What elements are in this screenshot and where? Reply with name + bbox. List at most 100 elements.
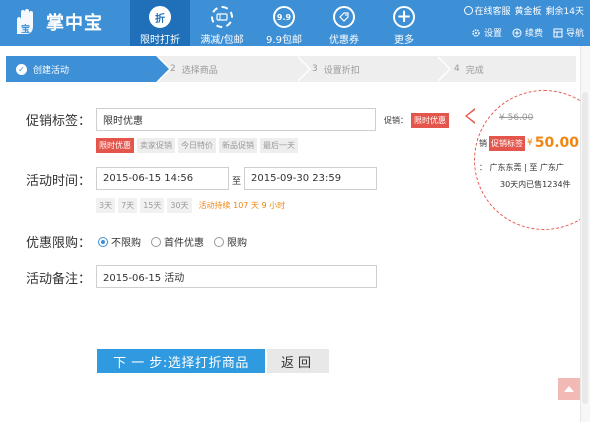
- tag-option[interactable]: 最后一天: [260, 138, 298, 153]
- promo-price: 50.00: [534, 135, 580, 151]
- promo-tag-options: 限时优惠 卖家促销 今日特价 新品促销 最后一天: [96, 138, 298, 153]
- promo-tag-input[interactable]: 限时优惠: [96, 108, 376, 131]
- svg-text:宝: 宝: [21, 23, 30, 35]
- day-option[interactable]: 7天: [118, 198, 138, 213]
- guide-link[interactable]: 导航: [553, 26, 584, 39]
- promo-preview-badge: 限时优惠: [411, 113, 449, 128]
- coupon-icon: [333, 6, 355, 28]
- renew-link[interactable]: 续费: [512, 26, 543, 39]
- top-right-panel: 在线客服 黄金板 剩余14天 设置 续费 导航: [463, 4, 584, 39]
- online-service-link[interactable]: 在线客服: [463, 4, 511, 17]
- online-service-label: 在线客服: [474, 7, 511, 17]
- radio-button[interactable]: [151, 236, 161, 247]
- guide-label: 导航: [565, 29, 584, 39]
- step-arrow: [436, 56, 449, 82]
- promo-price-row: 销 促销标签 ¥ 50.00: [479, 135, 579, 151]
- step-label: 完成: [465, 65, 484, 76]
- plus-icon: +: [393, 6, 415, 28]
- nav-item-full-reduction[interactable]: 满减/包邮: [190, 0, 254, 46]
- step-create-activity: ✓ 创建活动: [6, 56, 171, 82]
- app-title: 掌中宝: [46, 13, 103, 34]
- arrow-up-icon: [564, 386, 574, 392]
- activity-time-label: 活动时间：: [26, 174, 92, 189]
- promo-prefix: 销: [479, 138, 487, 148]
- check-icon: ✓: [16, 63, 27, 75]
- version-label: 黄金板: [514, 7, 542, 17]
- radio-button[interactable]: [214, 236, 224, 247]
- start-time-input[interactable]: 2015-06-15 14:56: [96, 167, 229, 190]
- day-option[interactable]: 15天: [140, 198, 165, 213]
- back-button[interactable]: 返回: [267, 349, 329, 373]
- gear-icon: [472, 28, 480, 37]
- progress-steps: 4 完成 3 设置折扣 2 选择商品 ✓ 创建活动: [0, 56, 590, 82]
- radio-option-first-item[interactable]: 首件优惠: [151, 234, 204, 249]
- currency-symbol: ¥: [527, 138, 533, 148]
- nav-item-label: 优惠券: [329, 35, 359, 46]
- app-header: 宝 掌中宝 折 限时打折 满减/包邮 9.9 9.9包邮 优惠券 + 更多 在线…: [0, 0, 590, 46]
- day-option[interactable]: 30天: [167, 198, 192, 213]
- next-step-button[interactable]: 下 一 步:选择打折商品: [97, 349, 265, 373]
- radio-option-limited[interactable]: 限购: [214, 234, 247, 249]
- duration-text: 活动持续 107 天 9 小时: [198, 201, 286, 210]
- original-price: ¥ 56.00: [499, 113, 534, 123]
- promo-preview-label: 促销：: [384, 116, 408, 125]
- end-time-input[interactable]: 2015-09-30 23:59: [244, 167, 377, 190]
- tag-option[interactable]: 限时优惠: [96, 138, 134, 153]
- radio-button[interactable]: [98, 236, 108, 247]
- discount-icon: 折: [149, 6, 171, 28]
- renew-label: 续费: [524, 29, 543, 39]
- step-set-discount: 3 设置折扣: [296, 56, 451, 82]
- tag-option[interactable]: 新品促销: [219, 138, 257, 153]
- scrollbar-thumb[interactable]: [582, 92, 588, 404]
- step-arrow: [156, 56, 169, 82]
- step-complete: 4 完成: [436, 56, 576, 82]
- clock-icon: [463, 6, 473, 15]
- radio-label: 首件优惠: [164, 238, 204, 249]
- nav-item-discount[interactable]: 折 限时打折: [130, 0, 190, 46]
- promo-tag-badge: 促销标签: [489, 135, 525, 151]
- step-number: 4: [454, 64, 460, 74]
- location-text: 广东东莞 | 至 广东广: [489, 163, 564, 172]
- app-logo: 宝 掌中宝: [12, 8, 103, 36]
- product-preview: ¥ 56.00 销 促销标签 ¥ 50.00 ： 广东东莞 | 至 广东广 30…: [474, 90, 590, 230]
- free-shipping-icon: 9.9: [273, 6, 295, 28]
- limit-label: 优惠限购：: [26, 236, 92, 251]
- date-separator: 至: [232, 177, 242, 187]
- promo-preview: 促销： 限时优惠: [384, 113, 449, 128]
- location-prefix: ：: [479, 163, 487, 172]
- step-arrow: [296, 56, 309, 82]
- main-nav: 折 限时打折 满减/包邮 9.9 9.9包邮 优惠券 + 更多: [130, 0, 434, 46]
- note-label: 活动备注：: [26, 272, 92, 287]
- settings-label: 设置: [483, 29, 502, 39]
- preview-pointer-inner: [467, 110, 475, 122]
- radio-option-unlimited[interactable]: 不限购: [98, 234, 141, 249]
- radio-label: 限购: [227, 238, 247, 249]
- add-circle-icon: [512, 28, 522, 37]
- radio-label: 不限购: [111, 238, 141, 249]
- nav-item-coupon[interactable]: 优惠券: [314, 0, 374, 46]
- tag-option[interactable]: 今日特价: [178, 138, 216, 153]
- nav-item-more[interactable]: + 更多: [374, 0, 434, 46]
- settings-link[interactable]: 设置: [471, 26, 502, 39]
- nav-item-free-shipping[interactable]: 9.9 9.9包邮: [254, 0, 314, 46]
- nav-item-label: 限时打折: [140, 35, 180, 46]
- nav-item-label: 9.9包邮: [266, 35, 302, 46]
- back-to-top-button[interactable]: [558, 378, 580, 400]
- step-select-items: 2 选择商品: [156, 56, 311, 82]
- note-input[interactable]: 2015-06-15 活动: [96, 265, 377, 288]
- nav-item-label: 满减/包邮: [200, 35, 244, 46]
- limit-radio-group: 不限购 首件优惠 限购: [98, 234, 253, 249]
- step-number: 3: [312, 64, 318, 74]
- shipping-location: ： 广东东莞 | 至 广东广: [479, 162, 564, 173]
- remaining-days: 剩余14天: [545, 7, 584, 17]
- grid-icon: [553, 28, 563, 37]
- step-label: 创建活动: [33, 65, 70, 76]
- tag-option[interactable]: 卖家促销: [137, 138, 175, 153]
- day-shortcuts: 3天 7天 15天 30天 活动持续 107 天 9 小时: [96, 198, 285, 213]
- sales-count: 30天内已售1234件: [500, 180, 571, 189]
- hand-logo-icon: 宝: [17, 9, 33, 35]
- step-label: 选择商品: [181, 65, 218, 76]
- promo-tag-label: 促销标签：: [26, 114, 92, 129]
- full-reduction-icon: [211, 6, 233, 28]
- day-option[interactable]: 3天: [96, 198, 116, 213]
